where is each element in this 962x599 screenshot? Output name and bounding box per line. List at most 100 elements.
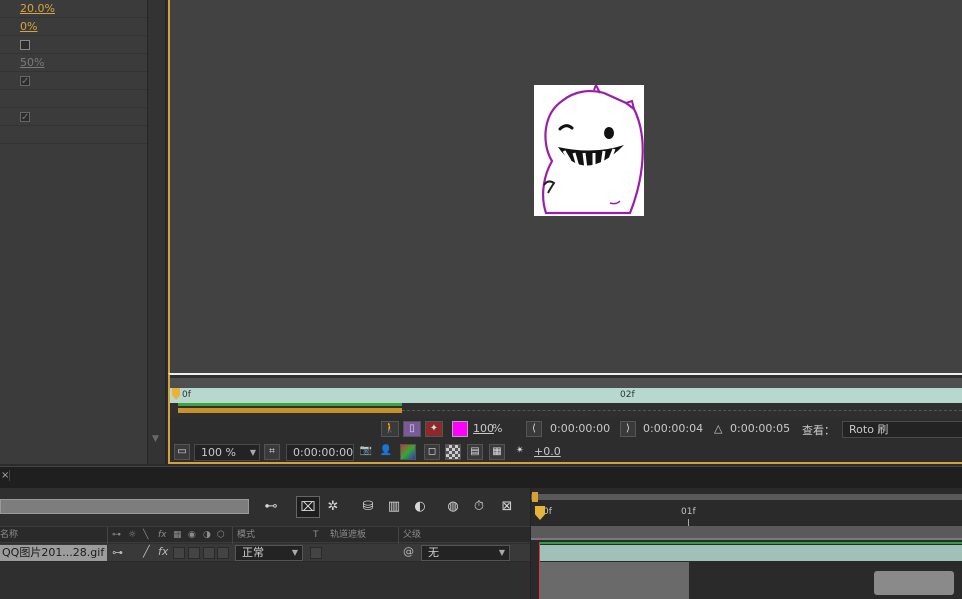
work-area-bar[interactable] — [531, 526, 962, 540]
property-checkbox[interactable] — [20, 40, 30, 50]
composition-viewer[interactable] — [168, 0, 962, 373]
blend-mode-dropdown[interactable]: 正常 ▼ — [235, 545, 303, 561]
frame-blend-toggle[interactable] — [173, 547, 185, 559]
onion-skin-icon[interactable]: ▯ — [403, 421, 421, 437]
mini-time-ruler[interactable] — [170, 378, 962, 388]
alpha-overlay-icon[interactable]: ✦ — [425, 421, 443, 437]
magnification-dropdown[interactable]: 100 % ▼ — [194, 444, 260, 461]
draft-3d-icon[interactable]: ✲ — [321, 496, 345, 518]
timeline-graph-area[interactable]: 0f 01f — [530, 488, 962, 599]
resolution-icon[interactable]: ◻ — [424, 444, 440, 460]
collapse-switch-icon: ☼ — [128, 530, 137, 540]
quality-switch-icon: ╲ — [143, 530, 149, 540]
viewer-controls-row-2: ▭ 100 % ▼ ⌗ 0:00:00:00 📷 👤 ◻ ▤ ▦ ✴ +0.0 — [168, 441, 962, 464]
property-checkbox[interactable] — [20, 109, 30, 126]
property-value[interactable]: 50% — [20, 56, 44, 69]
mini-mid-label: 02f — [620, 390, 635, 400]
time-ruler[interactable]: 0f 01f — [531, 502, 962, 526]
composition-frame-image — [534, 82, 644, 216]
watermark-logo — [874, 571, 954, 595]
shy-toggle-icon[interactable]: ⊶ — [112, 546, 123, 559]
overlay-opacity-value[interactable]: 100 — [473, 422, 494, 435]
current-time-field[interactable]: 0:00:00:00 — [286, 444, 354, 461]
grid-guides-icon[interactable]: ▤ — [467, 444, 483, 460]
3d-layer-switch-icon: ⬡ — [217, 530, 225, 540]
effect-property-row — [0, 126, 147, 144]
property-value[interactable]: 20.0% — [20, 2, 55, 15]
quality-toggle-icon[interactable]: ╱ — [143, 545, 150, 558]
effect-property-row: 0% — [0, 18, 147, 36]
property-value[interactable]: 0% — [20, 20, 37, 33]
always-preview-icon[interactable]: ▭ — [174, 444, 190, 460]
comp-mini-flowchart-icon[interactable]: ⊷ — [259, 496, 283, 518]
time-navigator-start-handle[interactable] — [532, 492, 538, 502]
chevron-down-icon: ▼ — [291, 548, 298, 557]
motion-blur-toggle[interactable] — [188, 547, 200, 559]
effect-property-row — [0, 36, 147, 54]
in-point-time[interactable]: 0:00:00:00 — [550, 422, 610, 435]
exposure-reset-icon[interactable]: ✴ — [512, 444, 528, 460]
view-dropdown[interactable]: Roto 刷 — [842, 421, 962, 438]
parent-dropdown[interactable]: 无 ▼ — [421, 545, 510, 561]
region-of-interest-icon[interactable]: ⌗ — [264, 444, 280, 460]
shy-switch-icon: ⊶ — [112, 530, 121, 540]
effect-property-row — [0, 72, 147, 90]
effect-controls-scrollbar[interactable]: ▼ — [147, 0, 165, 464]
viewer-controls-row-1: 🚶 ▯ ✦ 100 % ⟨ 0:00:00:00 ⟩ 0:00:00:04 △ … — [168, 418, 962, 441]
adjustment-switch-icon: ◑ — [203, 530, 211, 540]
effect-property-row — [0, 90, 147, 108]
hide-shy-layers-icon[interactable]: ⛁ — [356, 496, 380, 518]
preserve-transparency-toggle[interactable] — [310, 547, 322, 559]
magnification-value: 100 % — [201, 446, 236, 459]
channel-rgb-icon[interactable] — [400, 444, 416, 460]
timeline-tab-bar: × — [0, 466, 962, 488]
set-in-point-icon[interactable]: ⟨ — [526, 421, 542, 437]
view-layout-icon[interactable]: ▦ — [489, 444, 505, 460]
show-snapshot-icon[interactable]: 👤 — [378, 444, 394, 460]
pick-whip-icon[interactable]: @ — [403, 545, 414, 558]
property-checkbox[interactable] — [20, 73, 30, 90]
ruler-frame-1-label: 01f — [681, 507, 696, 517]
brainstorm-icon[interactable]: ◍ — [441, 496, 465, 518]
layer-name[interactable]: QQ图片201...28.gif — [0, 545, 107, 561]
walk-person-icon[interactable]: 🚶 — [381, 421, 399, 437]
effect-controls-panel: 20.0% 0% 50% ▼ — [0, 0, 166, 464]
timeline-search-input[interactable] — [0, 499, 249, 514]
column-divider — [107, 527, 108, 544]
transparency-grid-icon[interactable] — [445, 444, 461, 460]
effect-toggle-icon[interactable]: fx — [158, 545, 168, 558]
adjustment-toggle[interactable] — [203, 547, 215, 559]
source-name-column[interactable]: 名称 — [0, 527, 18, 543]
3d-layer-toggle[interactable] — [217, 547, 229, 559]
duration-time: 0:00:00:05 — [730, 422, 791, 435]
effect-property-row — [0, 108, 147, 126]
live-update-icon[interactable]: ⌧ — [296, 496, 320, 518]
frame-blending-icon[interactable]: ▥ — [382, 496, 406, 518]
exposure-value[interactable]: +0.0 — [534, 445, 561, 458]
graph-editor-icon[interactable]: ⊠ — [495, 496, 519, 518]
delta-icon: △ — [714, 422, 723, 435]
time-navigator-bar[interactable] — [531, 492, 962, 502]
layer-duration-bar[interactable] — [539, 545, 962, 561]
layer-row[interactable]: QQ图片201...28.gif ⊶ ╱ fx 正常 ▼ @ 无 ▼ — [0, 544, 530, 562]
scroll-down-arrow-icon[interactable]: ▼ — [152, 434, 159, 444]
effect-switch-icon: fx — [158, 530, 167, 540]
parent-column[interactable]: 父级 — [403, 527, 421, 543]
close-tab-icon[interactable]: × — [0, 470, 10, 481]
snapshot-camera-icon[interactable]: 📷 — [358, 444, 374, 460]
trkmat-column[interactable]: 轨道遮板 — [330, 527, 366, 543]
empty-track-area — [539, 562, 689, 599]
mini-work-area-bar[interactable] — [178, 408, 402, 413]
mini-remaining-track — [402, 410, 962, 411]
overlay-color-swatch[interactable] — [452, 421, 468, 437]
t-column[interactable]: T — [313, 527, 319, 543]
layer-column-header: 名称 ⊶ ☼ ╲ fx ▦ ◉ ◑ ⬡ 模式 T 轨道遮板 父级 — [0, 526, 530, 544]
column-divider — [398, 527, 399, 544]
mode-column[interactable]: 模式 — [237, 527, 255, 543]
mini-layer-bar[interactable]: 0f 02f — [170, 388, 962, 403]
motion-blur-icon[interactable]: ◐ — [408, 496, 432, 518]
set-out-point-icon[interactable]: ⟩ — [620, 421, 636, 437]
viewer-mini-timeline[interactable]: 0f 02f — [168, 373, 962, 418]
auto-keyframe-icon[interactable]: ⏱ — [467, 496, 491, 518]
out-point-time[interactable]: 0:00:00:04 — [643, 422, 703, 435]
